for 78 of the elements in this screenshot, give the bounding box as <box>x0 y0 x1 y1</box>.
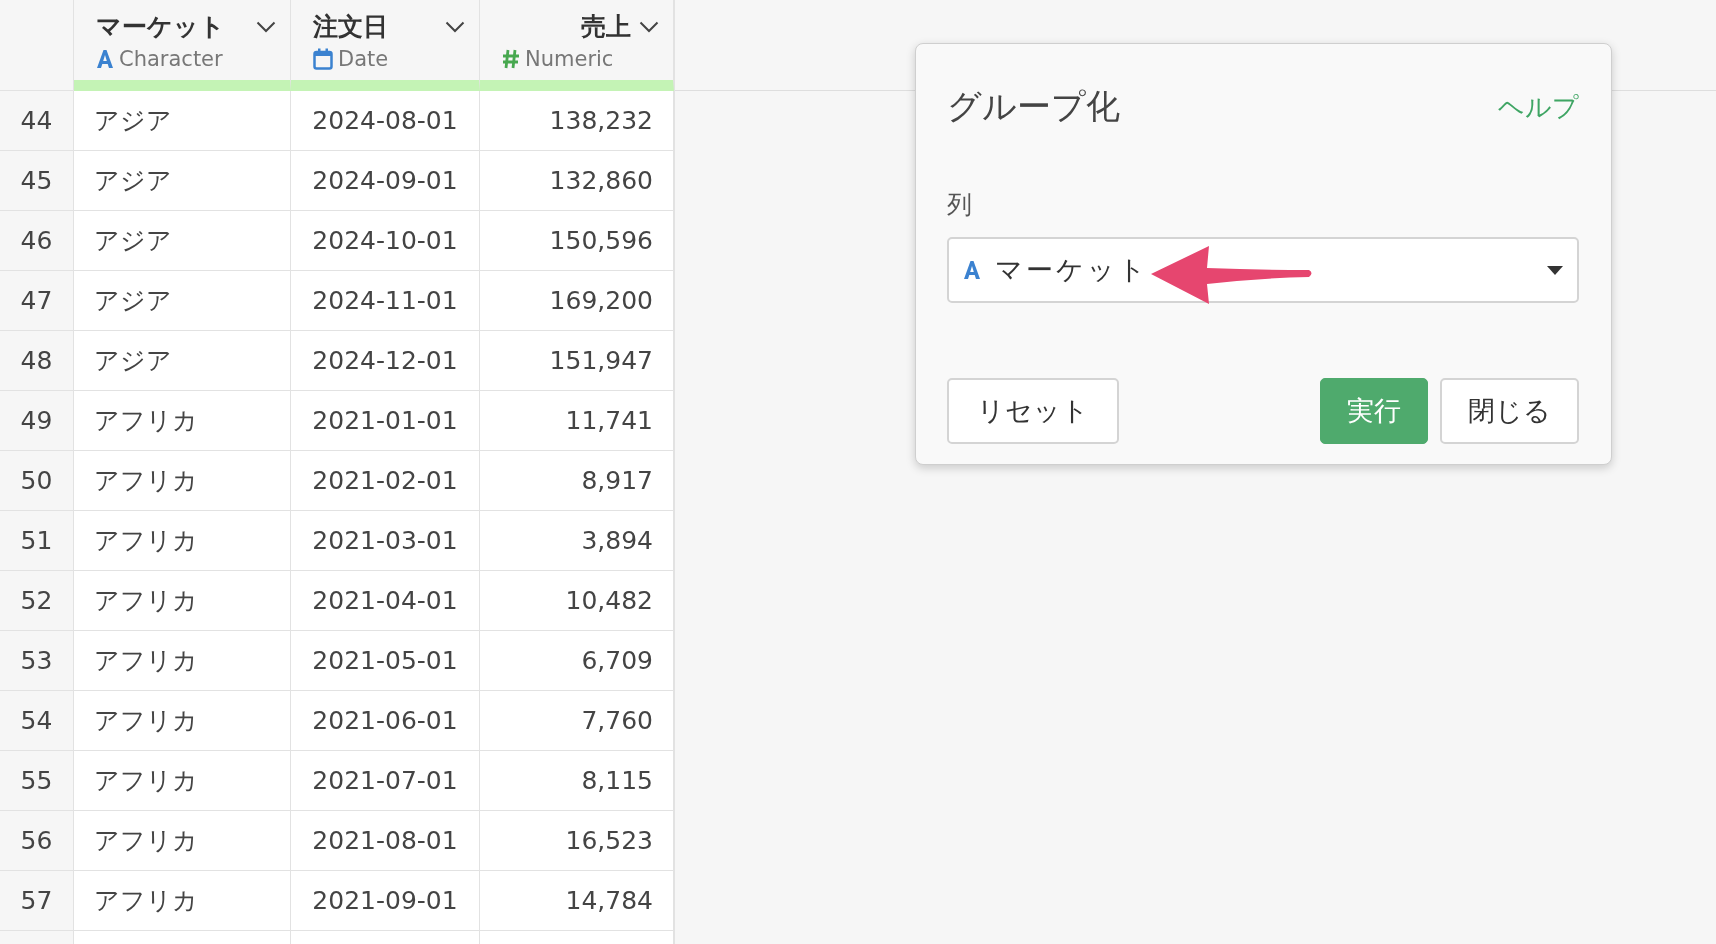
dialog-title: グループ化 <box>947 85 1120 128</box>
column-select[interactable]: マーケット <box>947 237 1579 303</box>
row-number: 47 <box>0 271 74 331</box>
hash-icon <box>502 49 520 69</box>
table-cell: 8,115 <box>480 751 674 811</box>
table-cell: 2021-06-01 <box>291 691 480 751</box>
row-number: 51 <box>0 511 74 571</box>
column-name: 注文日 <box>313 11 388 43</box>
table-cell: 10,482 <box>480 571 674 631</box>
column-header[interactable]: マーケット Character <box>74 0 291 91</box>
table-cell: 2021-07-01 <box>291 751 480 811</box>
table-cell: 169,200 <box>480 271 674 331</box>
row-number: 46 <box>0 211 74 271</box>
table-cell: アフリカ <box>74 511 291 571</box>
chevron-down-icon[interactable] <box>639 20 659 33</box>
column-type: Character <box>119 47 223 71</box>
row-number: 50 <box>0 451 74 511</box>
row-number: 52 <box>0 571 74 631</box>
table-cell: 2021-09-01 <box>291 871 480 931</box>
row-number: 54 <box>0 691 74 751</box>
table-cell: アフリカ <box>74 391 291 451</box>
table-cell: 150,596 <box>480 211 674 271</box>
table-cell: 151,947 <box>480 331 674 391</box>
row-number: 45 <box>0 151 74 211</box>
table-cell: 2021-08-01 <box>291 811 480 871</box>
table-cell: 7,760 <box>480 691 674 751</box>
table-cell: 2024-11-01 <box>291 271 480 331</box>
calendar-icon <box>313 48 333 70</box>
table-cell: 2024-12-01 <box>291 331 480 391</box>
table-cell: 11,741 <box>480 391 674 451</box>
column-header[interactable]: 注文日 Date <box>291 0 480 91</box>
table-cell: 6,709 <box>480 631 674 691</box>
table-cell: アフリカ <box>74 451 291 511</box>
column-name: マーケット <box>96 11 225 43</box>
caret-icon <box>1547 266 1563 275</box>
table-cell: 3,894 <box>480 511 674 571</box>
character-type-icon <box>96 49 114 69</box>
dialog-button[interactable]: リセット <box>947 378 1119 444</box>
table-cell: 2021-04-01 <box>291 571 480 631</box>
table-cell: アジア <box>74 271 291 331</box>
table-cell: 2024-10-01 <box>291 211 480 271</box>
column-name: 売上 <box>581 11 631 43</box>
table-cell: アジア <box>74 91 291 151</box>
chevron-down-icon[interactable] <box>256 20 276 33</box>
table-cell: 132,860 <box>480 151 674 211</box>
table-cell: アジア <box>74 211 291 271</box>
table-cell: 2021-05-01 <box>291 631 480 691</box>
table-cell: アフリカ <box>74 571 291 631</box>
table-cell: アフリカ <box>74 871 291 931</box>
table-cell: 2024-09-01 <box>291 151 480 211</box>
table-cell: アフリカ <box>74 751 291 811</box>
table-cell: アジア <box>74 151 291 211</box>
row-number: 44 <box>0 91 74 151</box>
column-type: Date <box>338 47 389 71</box>
column-header[interactable]: 売上 Numeric <box>480 0 674 91</box>
dialog-button[interactable]: 閉じる <box>1440 378 1579 444</box>
table-cell: 2021-02-01 <box>291 451 480 511</box>
table-cell: 2021-01-01 <box>291 391 480 451</box>
row-number: 55 <box>0 751 74 811</box>
table-cell: 138,232 <box>480 91 674 151</box>
row-number: 48 <box>0 331 74 391</box>
table-cell: アフリカ <box>74 691 291 751</box>
table-cell: 2021-03-01 <box>291 511 480 571</box>
table-cell: アフリカ <box>74 811 291 871</box>
table-cell: 16,523 <box>480 811 674 871</box>
row-number: 56 <box>0 811 74 871</box>
character-type-icon <box>963 260 981 280</box>
row-number: 53 <box>0 631 74 691</box>
field-label: 列 <box>947 189 973 221</box>
table-cell: アジア <box>74 331 291 391</box>
table-cell: 8,917 <box>480 451 674 511</box>
column-type: Numeric <box>525 47 614 71</box>
table-cell: 14,784 <box>480 871 674 931</box>
row-number: 57 <box>0 871 74 931</box>
table-cell: アフリカ <box>74 631 291 691</box>
table-cell: 2024-08-01 <box>291 91 480 151</box>
chevron-down-icon[interactable] <box>445 20 465 33</box>
row-number: 49 <box>0 391 74 451</box>
